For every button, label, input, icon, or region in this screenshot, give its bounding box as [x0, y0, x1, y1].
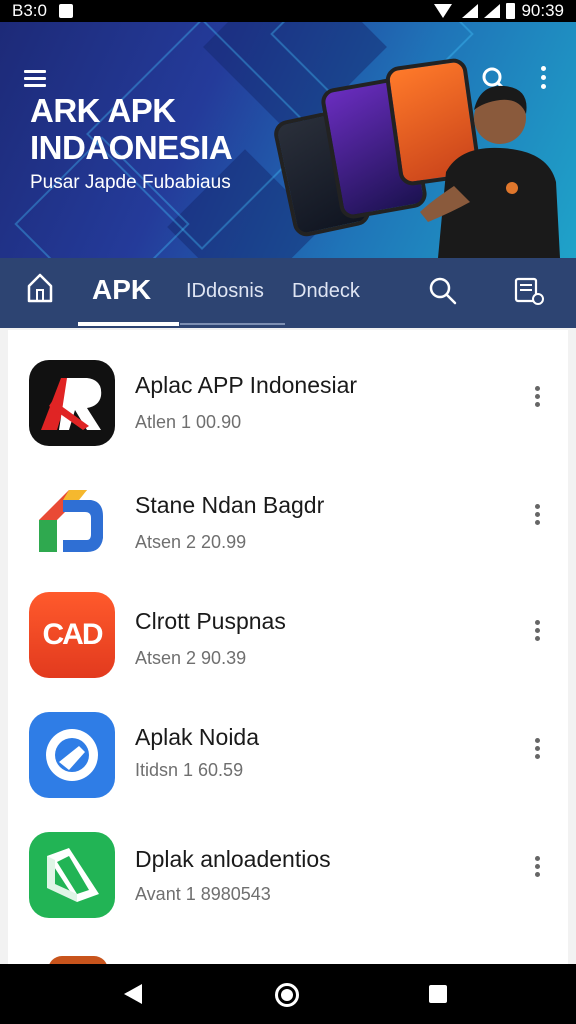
- signal-icon: [462, 4, 479, 18]
- hero-banner: ARK APK INDAONESIA Pusar Japde Fubabiaus: [0, 22, 576, 258]
- more-options-icon[interactable]: [535, 620, 541, 644]
- green-book-icon: [29, 832, 115, 918]
- tab-index[interactable]: Dndeck: [292, 280, 360, 303]
- tab-bar: APK IDdosnis Dndeck: [0, 258, 576, 328]
- hero-title: ARK APK INDAONESIA: [30, 92, 233, 166]
- hero-subtitle: Pusar Japde Fubabiaus: [30, 172, 231, 193]
- signal-icon-2: [484, 4, 501, 18]
- more-options-icon[interactable]: [535, 504, 541, 528]
- back-icon[interactable]: [124, 984, 142, 1004]
- blue-q-icon: [29, 712, 115, 798]
- app-version: Itidsn 1 60.59: [135, 760, 244, 780]
- list-item[interactable]: Stane Ndan Bagdr Atsen 2 20.99: [8, 470, 568, 586]
- app-list: Aplac APP Indonesiar Atlen 1 00.90 Stane…: [8, 330, 568, 970]
- colorful-d-icon: [29, 476, 115, 562]
- wifi-icon: [434, 4, 453, 18]
- cad-logo-icon: CAD: [29, 592, 115, 678]
- list-item[interactable]: CAD Clrott Puspnas Atsen 2 90.39: [8, 588, 568, 704]
- app-name: Dplak anloadentios: [135, 846, 331, 872]
- tab-apk[interactable]: APK: [92, 274, 151, 306]
- status-time-left: B3:0: [12, 1, 47, 20]
- more-options-icon[interactable]: [535, 738, 541, 762]
- navigation-bar: [0, 964, 576, 1024]
- menu-icon[interactable]: [24, 70, 46, 88]
- tab-indonesia[interactable]: IDdosnis: [186, 280, 264, 303]
- search-icon[interactable]: [428, 276, 458, 306]
- hero-title-line2: INDAONESIA: [30, 129, 233, 166]
- active-tab-indicator: [78, 322, 179, 326]
- app-version: Atlen 1 00.90: [135, 412, 242, 432]
- more-options-icon[interactable]: [535, 386, 541, 410]
- list-item[interactable]: Aplak Noida Itidsn 1 60.59: [8, 704, 568, 820]
- hero-title-line1: ARK APK: [30, 92, 176, 129]
- app-name: Clrott Puspnas: [135, 608, 286, 634]
- status-bar: B3:0 90:39: [0, 0, 576, 22]
- home-button-icon[interactable]: [275, 983, 299, 1007]
- notification-icon: [58, 4, 73, 18]
- tab-divider: [180, 323, 285, 325]
- app-version: Atsen 2 20.99: [135, 532, 247, 552]
- app-name: Aplak Noida: [135, 724, 260, 750]
- app-name: Aplac APP Indonesiar: [135, 372, 358, 398]
- document-settings-icon[interactable]: [514, 276, 546, 306]
- ar-logo-icon: [29, 360, 115, 446]
- recent-apps-icon[interactable]: [429, 985, 447, 1003]
- list-item[interactable]: Aplac APP Indonesiar Atlen 1 00.90: [8, 352, 568, 468]
- app-version: Avant 1 8980543: [135, 884, 271, 904]
- app-version: Atsen 2 90.39: [135, 648, 247, 668]
- status-time-right: 90:39: [521, 1, 564, 20]
- list-item[interactable]: Dplak anloadentios Avant 1 8980543: [8, 824, 568, 940]
- more-options-icon[interactable]: [535, 856, 541, 880]
- app-name: Stane Ndan Bagdr: [135, 492, 325, 518]
- person-illustration: [420, 85, 560, 258]
- home-icon[interactable]: [26, 272, 54, 304]
- battery-icon: [506, 3, 516, 19]
